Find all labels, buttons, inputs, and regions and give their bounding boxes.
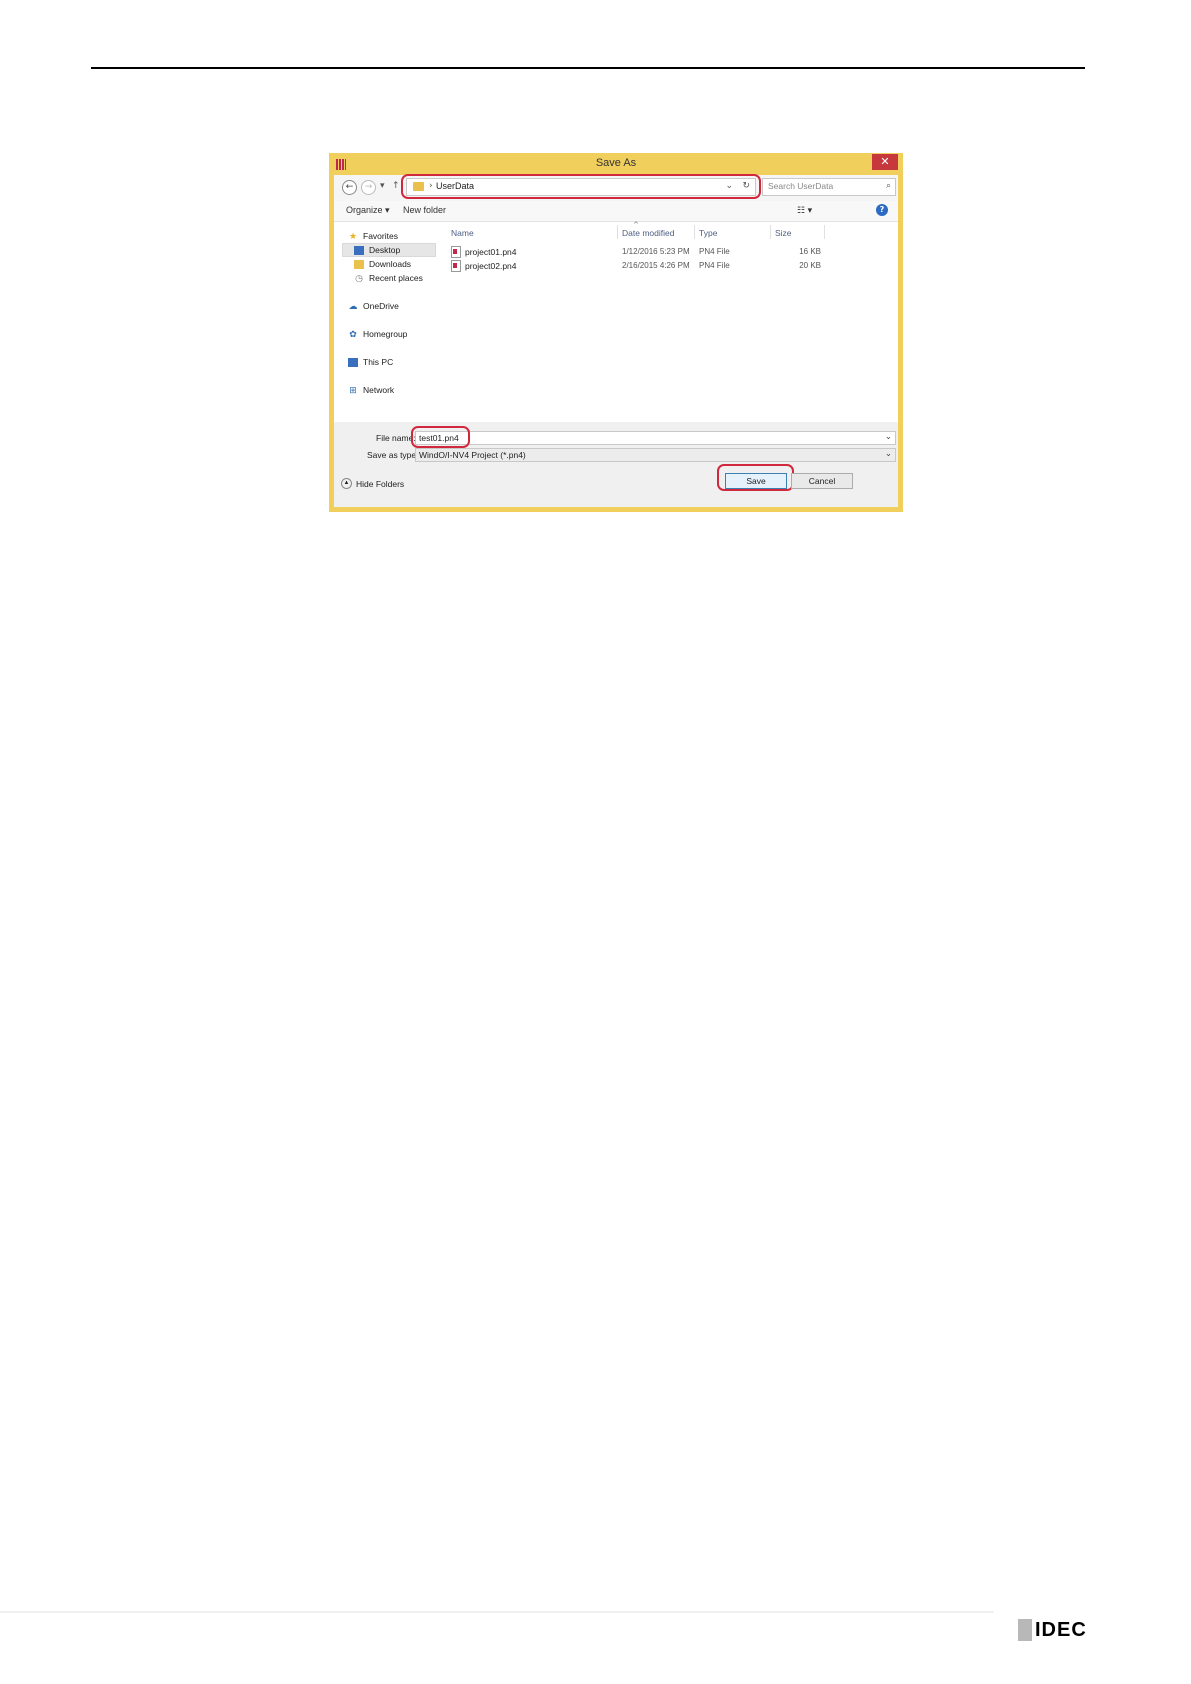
column-divider[interactable] — [694, 225, 695, 239]
sidebar-item-onedrive[interactable]: ☁ OneDrive — [348, 301, 399, 311]
save-as-dialog: Save As ✕ ← → ▾ ↑ › UserData ⌄ ↻ Search … — [329, 153, 903, 512]
homegroup-icon: ✿ — [349, 328, 357, 339]
file-name-cell: project01.pn4 — [451, 246, 517, 258]
new-folder-button[interactable]: New folder — [403, 205, 446, 215]
column-header-name[interactable]: Name — [451, 228, 474, 238]
file-list: ^ Name Date modified Type Size project01… — [444, 221, 898, 422]
star-icon: ★ — [348, 230, 358, 241]
recent-locations-chevron-icon[interactable]: ▾ — [380, 181, 385, 191]
sidebar-item-label: Homegroup — [363, 329, 408, 339]
file-type: PN4 File — [699, 247, 730, 256]
column-header-type[interactable]: Type — [699, 228, 717, 238]
highlight-address-bar — [401, 174, 761, 199]
cancel-button[interactable]: Cancel — [791, 473, 853, 489]
help-icon[interactable]: ? — [876, 204, 888, 216]
search-placeholder: Search UserData — [768, 181, 834, 191]
column-divider[interactable] — [770, 225, 771, 239]
desktop-icon — [354, 245, 364, 255]
column-header-size[interactable]: Size — [775, 228, 792, 238]
hide-folders-button[interactable]: ▲ Hide Folders — [341, 478, 404, 489]
file-size: 16 KB — [799, 247, 821, 256]
sidebar-item-label: Recent places — [369, 273, 423, 283]
view-options-icon[interactable]: ☷ ▾ — [797, 205, 812, 216]
search-icon: ⌕ — [885, 181, 891, 191]
sidebar-item-label: Network — [363, 385, 395, 395]
chevron-up-icon: ▲ — [341, 478, 352, 489]
up-arrow-icon[interactable]: ↑ — [392, 181, 400, 191]
file-size: 20 KB — [799, 261, 821, 270]
pn4-file-icon — [451, 260, 461, 272]
highlight-save-button — [717, 464, 794, 491]
column-header-date-modified[interactable]: Date modified — [622, 228, 674, 238]
organize-menu[interactable]: Organize ▾ — [346, 205, 390, 216]
header-rule — [91, 67, 1085, 69]
sidebar-item-homegroup[interactable]: ✿ Homegroup — [348, 329, 407, 339]
dialog-client: ← → ▾ ↑ › UserData ⌄ ↻ Search UserData ⌕… — [334, 174, 898, 507]
save-options-panel: File name: test01.pn4 ⌄ Save as type: Wi… — [334, 422, 898, 507]
sidebar-item-label: Downloads — [369, 259, 412, 269]
navigation-bar: ← → ▾ ↑ › UserData ⌄ ↻ Search UserData ⌕ — [334, 174, 898, 201]
close-button[interactable]: ✕ — [872, 154, 898, 170]
recent-places-icon: ◷ — [355, 272, 363, 283]
highlight-file-name — [411, 426, 470, 448]
forward-arrow-icon[interactable]: → — [361, 180, 376, 195]
sidebar-item-desktop[interactable]: Desktop — [354, 245, 400, 255]
logo-mark — [1018, 1619, 1032, 1641]
save-as-type-dropdown-icon[interactable]: ⌄ — [885, 449, 892, 459]
back-arrow-icon[interactable]: ← — [342, 180, 357, 195]
sidebar-item-label: This PC — [363, 357, 394, 367]
column-divider[interactable] — [617, 225, 618, 239]
sidebar-item-this-pc[interactable]: This PC — [348, 357, 393, 367]
hide-folders-label: Hide Folders — [356, 478, 405, 489]
footer-rule — [0, 1611, 994, 1613]
sidebar-item-recent-places[interactable]: ◷ Recent places — [354, 273, 423, 283]
command-bar: Organize ▾ New folder ☷ ▾ ? — [334, 201, 898, 222]
file-name: project01.pn4 — [465, 247, 517, 257]
dialog-title: Save As — [595, 157, 637, 169]
sidebar-item-label: Desktop — [369, 245, 401, 255]
network-icon: ⊞ — [349, 384, 357, 395]
save-as-type-value: WindO/I-NV4 Project (*.pn4) — [419, 450, 526, 460]
sidebar-item-downloads[interactable]: Downloads — [354, 259, 411, 269]
file-date: 2/16/2015 4:26 PM — [622, 261, 690, 270]
sidebar-item-favorites[interactable]: ★ Favorites — [348, 231, 398, 241]
save-as-type-label: Save as type: — [367, 450, 419, 460]
title-bar[interactable]: Save As ✕ — [329, 153, 903, 175]
brand-name: IDEC — [1035, 1618, 1087, 1641]
file-name-label: File name: — [376, 433, 416, 443]
search-input[interactable]: Search UserData ⌕ — [762, 178, 896, 196]
sidebar-item-network[interactable]: ⊞ Network — [348, 385, 394, 395]
file-name-dropdown-icon[interactable]: ⌄ — [885, 432, 892, 442]
pn4-file-icon — [451, 246, 461, 258]
column-divider[interactable] — [824, 225, 825, 239]
brand-logo: IDEC — [1018, 1618, 1087, 1642]
computer-icon — [348, 357, 358, 367]
cloud-icon: ☁ — [348, 300, 358, 311]
file-type: PN4 File — [699, 261, 730, 270]
sidebar-item-label: Favorites — [363, 231, 398, 241]
navigation-pane: ★ Favorites Desktop Downloads ◷ Recent p… — [334, 222, 444, 422]
sidebar-item-label: OneDrive — [363, 301, 399, 311]
downloads-folder-icon — [354, 259, 364, 269]
file-name-input[interactable]: test01.pn4 ⌄ — [415, 431, 896, 445]
save-as-type-select[interactable]: WindO/I-NV4 Project (*.pn4) ⌄ — [415, 448, 896, 462]
file-name: project02.pn4 — [465, 261, 517, 271]
file-name-cell: project02.pn4 — [451, 260, 517, 272]
file-date: 1/12/2016 5:23 PM — [622, 247, 690, 256]
